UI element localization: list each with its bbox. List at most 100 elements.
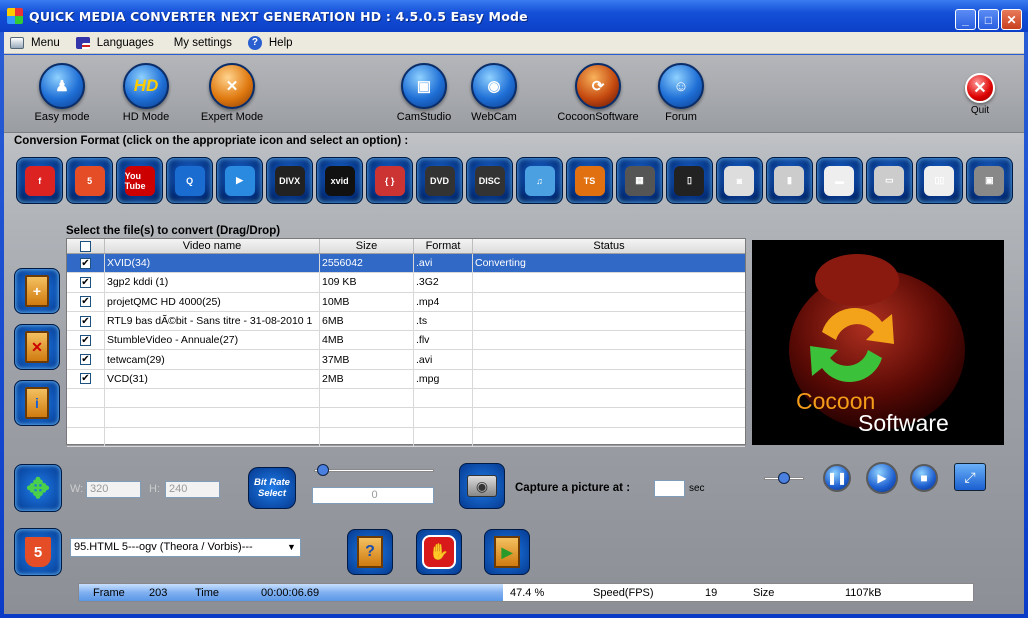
format-divx-button[interactable]: DIVX — [265, 157, 314, 204]
forum-button[interactable]: ☺ Forum — [641, 63, 721, 123]
chevron-down-icon[interactable]: ▼ — [283, 539, 300, 556]
menu-help[interactable]: ? Help — [242, 35, 303, 50]
format-itunes-button[interactable]: ♫ — [515, 157, 564, 204]
row-checkbox[interactable]: ✔ — [80, 296, 91, 308]
format-vcd-button[interactable]: DISC — [465, 157, 514, 204]
format-xvid-button[interactable]: xvid — [315, 157, 364, 204]
height-input[interactable]: 240 — [165, 481, 220, 498]
volume-slider[interactable] — [309, 463, 439, 477]
minimize-button[interactable]: _ — [955, 9, 976, 30]
table-row[interactable]: ✔ StumbleVideo - Annuale(27) 4MB .flv — [67, 331, 745, 351]
file-table[interactable]: Video name Size Format Status ✔ XVID(34) 2… — [66, 238, 746, 447]
window-title: QUICK MEDIA CONVERTER NEXT GENERATION HD… — [29, 8, 528, 24]
size-value: 1107kB — [845, 587, 882, 599]
row-checkbox-cell[interactable]: ✔ — [67, 311, 105, 331]
header-status[interactable]: Status — [473, 239, 745, 253]
stop-convert-button[interactable]: ✋ — [416, 529, 462, 575]
format-wii-button[interactable]: ▯▯ — [915, 157, 964, 204]
menu-my-settings[interactable]: My settings — [164, 37, 242, 49]
row-checkbox[interactable]: ✔ — [80, 276, 91, 288]
quit-button[interactable]: ✕ Quit — [940, 73, 1020, 116]
format-phone-button[interactable]: ▦ — [615, 157, 664, 204]
frame-label: Frame — [93, 587, 125, 599]
table-row[interactable]: ✔ VCD(31) 2MB .mpg — [67, 369, 745, 390]
table-row[interactable]: ✔ 3gp2 kddi (1) 109 KB .3G2 — [67, 273, 745, 293]
header-format[interactable]: Format — [414, 239, 473, 253]
start-convert-button[interactable]: ▶ — [484, 529, 530, 575]
select-all-checkbox[interactable] — [80, 240, 91, 252]
format-psp-button[interactable]: ▬ — [815, 157, 864, 204]
menu-languages[interactable]: Languages — [70, 36, 164, 49]
ipod-icon: ◙ — [724, 165, 755, 196]
move-arrows-icon: ✥ — [26, 472, 50, 504]
playstation-icon: ▭ — [874, 165, 905, 196]
seek-slider[interactable] — [762, 471, 806, 485]
title-bar[interactable]: QUICK MEDIA CONVERTER NEXT GENERATION HD… — [0, 0, 1028, 32]
format-ts-button[interactable]: TS — [565, 157, 614, 204]
format-dvd-button[interactable]: DVD — [415, 157, 464, 204]
table-row[interactable]: ✔ tetwcam(29) 37MB .avi — [67, 350, 745, 370]
output-format-select[interactable]: 95.HTML 5---ogv (Theora / Vorbis)--- ▼ — [70, 538, 301, 557]
row-checkbox-cell[interactable]: ✔ — [67, 350, 105, 369]
help-convert-button[interactable]: ? — [347, 529, 393, 575]
row-checkbox[interactable]: ✔ — [80, 315, 91, 327]
output-format-button[interactable]: 5 — [14, 528, 62, 576]
table-row[interactable]: ✔ RTL9 bas dÃ©bit - Sans titre - 31-08-20… — [67, 311, 745, 332]
video-name-cell: RTL9 bas dÃ©bit - Sans titre - 31-08-201… — [105, 311, 320, 331]
row-checkbox[interactable]: ✔ — [80, 257, 91, 269]
format-cell: .avi — [414, 350, 473, 369]
play-icon: ▶ — [877, 471, 887, 485]
width-input[interactable]: 320 — [86, 481, 141, 498]
menu-menu[interactable]: Menu — [4, 36, 70, 49]
camstudio-button[interactable]: ▣ CamStudio — [384, 63, 464, 123]
format-windows-media-button[interactable]: ▶ — [215, 157, 264, 204]
format-matroska-button[interactable]: { } — [365, 157, 414, 204]
format-ipod-button[interactable]: ◙ — [715, 157, 764, 204]
add-file-button[interactable]: + — [14, 268, 60, 314]
format-icon-row: f 5 You Tube Q ▶ DIVX xvid { } DVD DISC ♫ TS ▦ ▯ ◙ ▮ ▬ ▭ ▯… — [16, 157, 1014, 204]
format-youtube-button[interactable]: You Tube — [115, 157, 164, 204]
format-nintendo-ds-button[interactable]: ▣ — [965, 157, 1014, 204]
play-button[interactable]: ▶ — [866, 462, 898, 494]
maximize-button[interactable]: □ — [978, 9, 999, 30]
slider-value-field[interactable]: 0 — [312, 487, 434, 504]
row-checkbox-cell[interactable]: ✔ — [67, 369, 105, 389]
easy-mode-button[interactable]: ♟ Easy mode — [22, 63, 102, 123]
time-label: Time — [195, 587, 220, 599]
row-checkbox[interactable]: ✔ — [80, 354, 91, 366]
header-video-name[interactable]: Video name — [105, 239, 320, 253]
close-button[interactable]: ✕ — [1001, 9, 1022, 30]
table-row[interactable]: ✔ XVID(34) 2556042 .avi Converting — [67, 254, 745, 274]
file-info-button[interactable]: i — [14, 380, 60, 426]
format-quicktime-button[interactable]: Q — [165, 157, 214, 204]
format-html5-button[interactable]: 5 — [65, 157, 114, 204]
cocoon-software-button[interactable]: ⟳ CocoonSoftware — [557, 63, 639, 123]
wii-icon: ▯▯ — [924, 165, 955, 196]
header-checkbox-col[interactable] — [67, 239, 105, 253]
row-checkbox-cell[interactable]: ✔ — [67, 331, 105, 350]
format-flash-button[interactable]: f — [16, 157, 64, 204]
pause-button[interactable]: ❚❚ — [823, 464, 851, 492]
stop-button[interactable]: ■ — [910, 464, 938, 492]
format-xbox-button[interactable]: ▮ — [765, 157, 814, 204]
remove-file-button[interactable]: ✕ — [14, 324, 60, 370]
format-iphone-button[interactable]: ▯ — [665, 157, 714, 204]
row-checkbox[interactable]: ✔ — [80, 373, 91, 385]
row-checkbox-cell[interactable]: ✔ — [67, 254, 105, 273]
row-checkbox-cell[interactable]: ✔ — [67, 292, 105, 311]
header-size[interactable]: Size — [320, 239, 414, 253]
expert-mode-button[interactable]: ✕ Expert Mode — [192, 63, 272, 123]
row-checkbox-cell[interactable]: ✔ — [67, 273, 105, 292]
format-cell: .3G2 — [414, 273, 473, 292]
bitrate-select-button[interactable]: Bit Rate Select — [248, 467, 296, 509]
webcam-button[interactable]: ◉ WebCam — [454, 63, 534, 123]
capture-seconds-input[interactable] — [654, 480, 685, 497]
table-row[interactable]: ✔ projetQMC HD 4000(25) 10MB .mp4 — [67, 292, 745, 312]
format-playstation-button[interactable]: ▭ — [865, 157, 914, 204]
hd-mode-button[interactable]: HD HD Mode — [106, 63, 186, 123]
size-cell: 10MB — [320, 292, 414, 311]
fullscreen-button[interactable]: ⤢ — [954, 463, 986, 491]
resize-button[interactable]: ✥ — [14, 464, 62, 512]
row-checkbox[interactable]: ✔ — [80, 334, 91, 346]
capture-button[interactable]: ◉ — [459, 463, 505, 509]
